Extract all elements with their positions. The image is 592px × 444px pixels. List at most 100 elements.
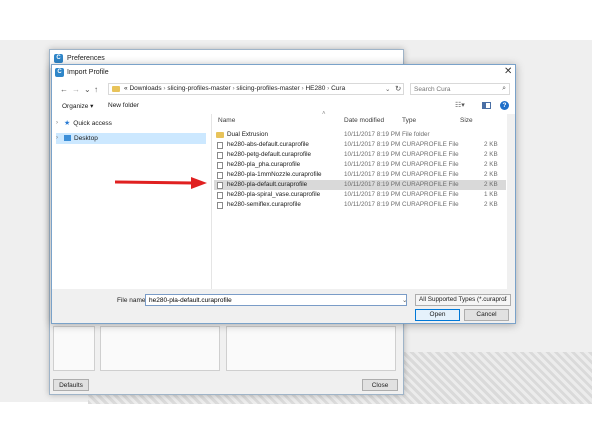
organize-button[interactable]: Organize ▾ [62, 102, 93, 110]
cura-logo-icon: C [54, 54, 63, 63]
folder-icon [112, 86, 120, 92]
list-item-selected[interactable]: he280-pla-default.curaprofile 10/11/2017… [214, 180, 506, 190]
file-date: 10/11/2017 8:19 PM [344, 161, 401, 168]
file-size: 2 KB [484, 141, 498, 148]
nav-item-desktop[interactable]: › Desktop [56, 133, 206, 144]
path-input[interactable]: « Downloads › slicing-profiles-master › … [108, 83, 404, 95]
toolbar: Organize ▾ New folder ☷▾ ? [52, 99, 515, 114]
view-options-icon[interactable]: ☷▾ [455, 101, 465, 109]
list-item[interactable]: he280-pla-spiral_vase.curaprofile 10/11/… [214, 190, 506, 200]
file-type: File folder [402, 131, 430, 138]
chevron-down-icon: ⌄ [502, 296, 508, 303]
file-list: ˄ Name Date modified Type Size Dual Extr… [214, 111, 506, 289]
file-type: CURAPROFILE File [402, 191, 459, 198]
preferences-list-panel [100, 326, 220, 371]
close-icon[interactable]: ✕ [504, 66, 512, 77]
file-size: 2 KB [484, 171, 498, 178]
breadcrumb-prefix[interactable]: « [124, 85, 128, 92]
file-icon [217, 151, 223, 159]
breadcrumb-item[interactable]: HE280 [305, 85, 325, 92]
file-icon [217, 171, 223, 179]
list-item[interactable]: he280-abs-default.curaprofile 10/11/2017… [214, 140, 506, 150]
file-name: he280-pla-spiral_vase.curaprofile [227, 191, 321, 198]
file-name: he280-pla-1mmNozzle.curaprofile [227, 171, 322, 178]
defaults-button[interactable]: Defaults [53, 379, 89, 391]
new-folder-button[interactable]: New folder [108, 102, 139, 109]
file-name: he280-semiflex.curaprofile [227, 201, 301, 208]
list-item[interactable]: Dual Extrusion 10/11/2017 8:19 PM File f… [214, 130, 506, 140]
address-bar: ← → ⌄ ↑ « Downloads › slicing-profiles-m… [52, 81, 515, 99]
file-date: 10/11/2017 8:19 PM [344, 191, 401, 198]
column-header-name[interactable]: Name [218, 117, 235, 124]
file-icon [217, 181, 223, 189]
file-type: CURAPROFILE File [402, 171, 459, 178]
help-icon[interactable]: ? [500, 101, 509, 110]
file-date: 10/11/2017 8:19 PM [344, 171, 401, 178]
chevron-right-icon[interactable]: › [56, 133, 58, 144]
file-type: CURAPROFILE File [402, 201, 459, 208]
breadcrumb: « Downloads › slicing-profiles-master › … [124, 85, 346, 92]
refresh-icon[interactable]: ↻ [395, 84, 401, 93]
search-field[interactable]: ⌕ [410, 83, 510, 95]
file-name: he280-pla_pha.curaprofile [227, 161, 301, 168]
nav-item-label: Desktop [74, 135, 98, 142]
list-item[interactable]: he280-pla_pha.curaprofile 10/11/2017 8:1… [214, 160, 506, 170]
file-size: 2 KB [484, 161, 498, 168]
list-item[interactable]: he280-petg-default.curaprofile 10/11/201… [214, 150, 506, 160]
file-type: CURAPROFILE File [402, 151, 459, 158]
file-name: he280-pla-default.curaprofile [227, 181, 308, 188]
back-arrow-icon[interactable]: ← [60, 85, 68, 94]
file-icon [217, 141, 223, 149]
forward-arrow-icon[interactable]: → [72, 85, 80, 94]
breadcrumb-item[interactable]: slicing-profiles-master [167, 85, 230, 92]
preview-pane-icon[interactable] [482, 102, 491, 109]
chevron-down-icon[interactable]: ⌄ [385, 85, 390, 93]
breadcrumb-item[interactable]: Downloads [129, 85, 161, 92]
preferences-sidebar-panel [53, 326, 95, 371]
file-size: 2 KB [484, 201, 498, 208]
navigation-pane: › ★ Quick access › Desktop [52, 114, 212, 289]
desktop-icon [64, 135, 71, 142]
chevron-down-icon[interactable]: ⌄ [402, 296, 407, 304]
file-date: 10/11/2017 8:19 PM [344, 201, 401, 208]
file-type: CURAPROFILE File [402, 161, 459, 168]
up-arrow-icon[interactable]: ↑ [94, 85, 98, 94]
column-header-size[interactable]: Size [460, 117, 473, 124]
cura-logo-icon: C [55, 68, 64, 77]
nav-item-quick-access[interactable]: › ★ Quick access [56, 118, 206, 129]
file-size: 2 KB [484, 181, 498, 188]
scrollbar[interactable] [507, 114, 515, 289]
breadcrumb-item[interactable]: Cura [331, 85, 345, 92]
dialog-title: Import Profile [67, 69, 109, 76]
folder-icon [216, 132, 224, 138]
file-date: 10/11/2017 8:19 PM [344, 141, 401, 148]
dialog-footer: File name: ⌄ All Supported Types (*.cura… [52, 289, 515, 323]
file-icon [217, 201, 223, 209]
file-date: 10/11/2017 8:19 PM [344, 181, 401, 188]
star-icon: ★ [64, 120, 71, 127]
breadcrumb-item[interactable]: slicing-profiles-master [236, 85, 299, 92]
close-button[interactable]: Close [362, 379, 398, 391]
filetype-value: All Supported Types (*.curaprof [419, 296, 507, 303]
file-name: he280-petg-default.curaprofile [227, 151, 312, 158]
filetype-select[interactable]: All Supported Types (*.curaprof ⌄ [415, 294, 511, 306]
chevron-right-icon[interactable]: › [56, 118, 58, 129]
file-name: he280-abs-default.curaprofile [227, 141, 309, 148]
chevron-down-icon[interactable]: ⌄ [84, 85, 91, 94]
filename-label: File name: [117, 297, 148, 304]
column-header-type[interactable]: Type [402, 117, 416, 124]
cancel-button[interactable]: Cancel [464, 309, 509, 321]
list-item[interactable]: he280-pla-1mmNozzle.curaprofile 10/11/20… [214, 170, 506, 180]
list-item[interactable]: he280-semiflex.curaprofile 10/11/2017 8:… [214, 200, 506, 210]
annotation-arrow-icon [115, 177, 207, 189]
column-header-date[interactable]: Date modified [344, 117, 384, 124]
open-button[interactable]: Open [415, 309, 460, 321]
file-name: Dual Extrusion [227, 131, 268, 138]
file-size: 2 KB [484, 151, 498, 158]
file-date: 10/11/2017 8:19 PM [344, 131, 401, 138]
preferences-detail-panel [226, 326, 396, 371]
filename-field[interactable] [145, 294, 407, 306]
search-icon: ⌕ [502, 85, 506, 92]
file-size: 1 KB [484, 191, 498, 198]
search-input[interactable] [411, 84, 495, 94]
